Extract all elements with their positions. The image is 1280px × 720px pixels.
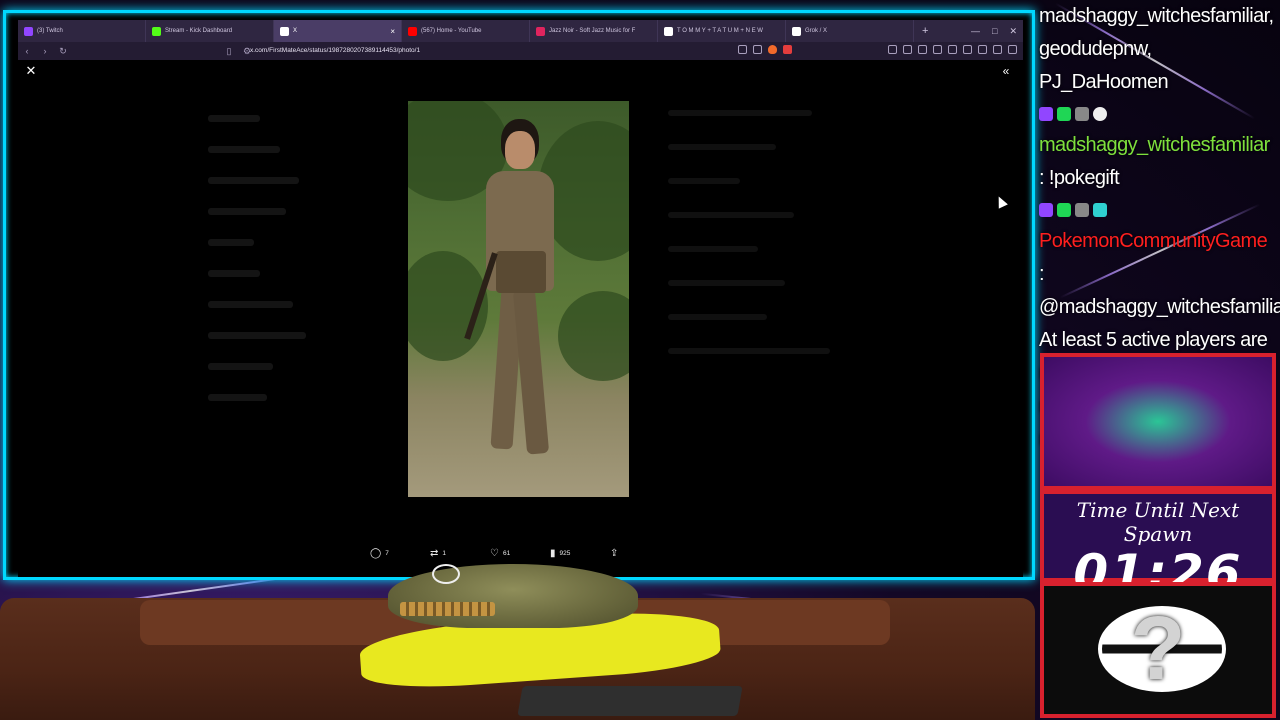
- radio-icon: [536, 26, 545, 36]
- chat-badges: [1039, 103, 1276, 125]
- youtube-icon: [408, 26, 417, 36]
- spawn-timer-panel: Time Until Next Spawn 01:26: [1040, 490, 1276, 600]
- badge-icon: [1039, 203, 1053, 217]
- badge-icon: [1057, 107, 1071, 121]
- keyboard: [517, 686, 743, 716]
- twitch-icon: [24, 26, 33, 36]
- tab-label: Jazz Noir - Soft Jazz Music for F: [549, 28, 636, 34]
- action-count: 7: [385, 549, 389, 557]
- browser-tab[interactable]: T O M M Y + T A T U M + N E W: [658, 20, 786, 42]
- views-icon: ▮: [550, 547, 556, 559]
- reload-icon[interactable]: ↻: [54, 46, 72, 57]
- action-count: 61: [502, 549, 511, 557]
- stream-overlay: (3) Twitch Stream - Kick Dashboard X × (567)…: [0, 0, 1280, 720]
- nav-bar: ‹ › ↻ ▯ ⚙ x.com/FirstMateAce/status/1987…: [18, 42, 1023, 60]
- like-icon: ♡: [490, 547, 499, 559]
- collapse-replies-icon[interactable]: «: [998, 63, 1014, 79]
- chat-message: madshaggy_witchesfamiliar, geodudepnw, P…: [1039, 5, 1274, 93]
- badge-icon: [1075, 203, 1089, 217]
- chat-panel: madshaggy_witchesfamiliar, geodudepnw, P…: [1035, 0, 1280, 450]
- share-icon: ⇪: [610, 547, 619, 559]
- chat-message: madshaggy_witchesfamiliar : !pokegift: [1039, 134, 1270, 189]
- browser-tab[interactable]: (567) Home - YouTube: [402, 20, 530, 42]
- views-button[interactable]: ▮ 925: [550, 548, 610, 559]
- question-mark-icon: ?: [1130, 599, 1186, 699]
- bookmark-icon[interactable]: ▯: [220, 46, 238, 57]
- wallet-icon[interactable]: [948, 45, 957, 54]
- dimmed-sidebar: [208, 115, 338, 425]
- tabs: (3) Twitch Stream - Kick Dashboard X × (567)…: [18, 20, 914, 42]
- browser-tab[interactable]: Stream - Kick Dashboard: [146, 20, 274, 42]
- address-bar[interactable]: x.com/FirstMateAce/status/19872802073891…: [250, 47, 420, 54]
- extension-icon[interactable]: [918, 45, 927, 54]
- browser-tab[interactable]: Grok / X: [786, 20, 914, 42]
- extension-icons: [738, 45, 1017, 54]
- extension-icon[interactable]: [903, 45, 912, 54]
- brave-shields-icon[interactable]: [768, 45, 777, 54]
- chat-badges: [1039, 199, 1276, 221]
- chat-text: !pokegift: [1048, 167, 1120, 189]
- share-page-icon[interactable]: [753, 45, 762, 54]
- spawn-art-panel: [1040, 353, 1276, 490]
- forward-icon[interactable]: ›: [36, 46, 54, 56]
- share-button[interactable]: ⇪: [610, 548, 670, 559]
- kick-icon: [152, 26, 161, 36]
- dimmed-right-column: [668, 110, 848, 382]
- timer-label: Time Until Next Spawn: [1076, 498, 1240, 546]
- maximize-button[interactable]: □: [992, 26, 997, 37]
- extension-icon[interactable]: [888, 45, 897, 54]
- close-window-button[interactable]: ✕: [1009, 26, 1017, 37]
- like-button[interactable]: ♡ 61: [490, 548, 550, 559]
- action-count: 925: [559, 549, 571, 557]
- x-icon: [280, 26, 289, 36]
- reply-icon: ◯: [370, 547, 382, 559]
- close-icon[interactable]: ✕: [23, 63, 39, 79]
- tweet-photo[interactable]: [408, 101, 629, 497]
- leo-icon[interactable]: [978, 45, 987, 54]
- repost-button[interactable]: ⇄ 1: [430, 548, 490, 559]
- minimize-button[interactable]: —: [971, 26, 980, 37]
- tab-label: (567) Home - YouTube: [421, 28, 482, 34]
- badge-icon: [1093, 107, 1107, 121]
- browser-tab[interactable]: (3) Twitch: [18, 20, 146, 42]
- rewards-icon[interactable]: [783, 45, 792, 54]
- peace-sign-icon: [432, 564, 460, 584]
- x-icon: [664, 26, 673, 36]
- menu-icon[interactable]: [1008, 45, 1017, 54]
- badge-icon: [1075, 107, 1089, 121]
- badge-icon: [1039, 107, 1053, 121]
- x-icon: [792, 26, 801, 36]
- tab-bar: (3) Twitch Stream - Kick Dashboard X × (567)…: [18, 20, 1023, 42]
- sidebar-icon[interactable]: [963, 45, 972, 54]
- badge-icon: [1093, 203, 1107, 217]
- tab-label: T O M M Y + T A T U M + N E W: [677, 28, 763, 34]
- chat-username[interactable]: madshaggy_witchesfamiliar: [1039, 134, 1270, 156]
- back-icon[interactable]: ‹: [18, 46, 36, 56]
- browser-tab[interactable]: Jazz Noir - Soft Jazz Music for F: [530, 20, 658, 42]
- action-count: 1: [442, 549, 447, 557]
- window-controls: — □ ✕: [971, 26, 1023, 37]
- new-tab-button[interactable]: +: [914, 25, 936, 37]
- tab-label: Stream - Kick Dashboard: [165, 28, 233, 34]
- tab-label: (3) Twitch: [37, 28, 63, 34]
- vpn-icon[interactable]: [993, 45, 1002, 54]
- tab-label: Grok / X: [805, 28, 828, 34]
- streamer-avatar: [340, 558, 743, 720]
- music-icon[interactable]: [933, 45, 942, 54]
- repost-icon: ⇄: [430, 547, 439, 559]
- chat-username[interactable]: PokemonCommunityGame: [1039, 230, 1268, 252]
- tab-label: X: [293, 28, 298, 34]
- badge-icon: [1057, 203, 1071, 217]
- screenshot-icon[interactable]: [738, 45, 747, 54]
- close-tab-icon[interactable]: ×: [390, 27, 395, 36]
- reply-button[interactable]: ◯ 7: [370, 548, 430, 559]
- browser-tab[interactable]: X ×: [274, 20, 402, 42]
- mystery-pokemon-panel: ?: [1040, 582, 1276, 718]
